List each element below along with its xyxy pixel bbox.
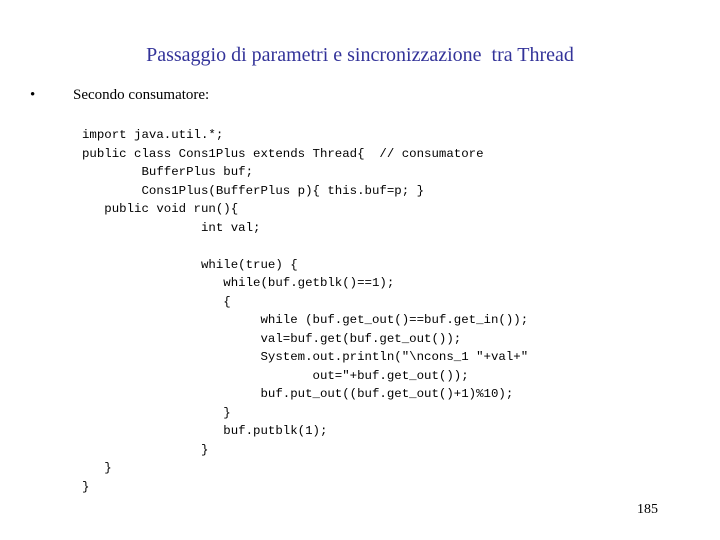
bullet-icon: • — [30, 87, 36, 103]
code-line: public class Cons1Plus extends Thread{ /… — [82, 146, 484, 161]
code-line: System.out.println("\ncons_1 "+val+" — [82, 350, 529, 364]
code-line: buf.putblk(1); — [82, 424, 328, 438]
code-line: } — [82, 461, 112, 475]
code-line: while (buf.get_out()==buf.get_in()); — [82, 313, 529, 327]
code-line: } — [82, 442, 209, 457]
page-number: 185 — [637, 502, 658, 517]
code-line: while(buf.getblk()==1); — [82, 276, 395, 290]
code-line: val=buf.get(buf.get_out()); — [82, 331, 462, 346]
code-line: int val; — [82, 220, 261, 235]
code-line: while(true) { — [82, 257, 298, 272]
code-line: BufferPlus buf; — [82, 165, 254, 179]
slide-title: Passaggio di parametri e sincronizzazion… — [146, 44, 574, 66]
code-line: buf.put_out((buf.get_out()+1)%10); — [82, 387, 514, 401]
code-line: public void run(){ — [82, 202, 239, 216]
code-line: { — [82, 294, 231, 309]
code-line: import java.util.*; — [82, 128, 224, 142]
code-line: } — [82, 405, 231, 420]
code-line: Cons1Plus(BufferPlus p){ this.buf=p; } — [82, 183, 425, 198]
code-line: out="+buf.get_out()); — [82, 368, 469, 383]
code-line: } — [82, 479, 90, 494]
code-block: import java.util.*; public class Cons1Plu… — [82, 126, 528, 496]
bullet-text: Secondo consumatore: — [73, 87, 210, 103]
